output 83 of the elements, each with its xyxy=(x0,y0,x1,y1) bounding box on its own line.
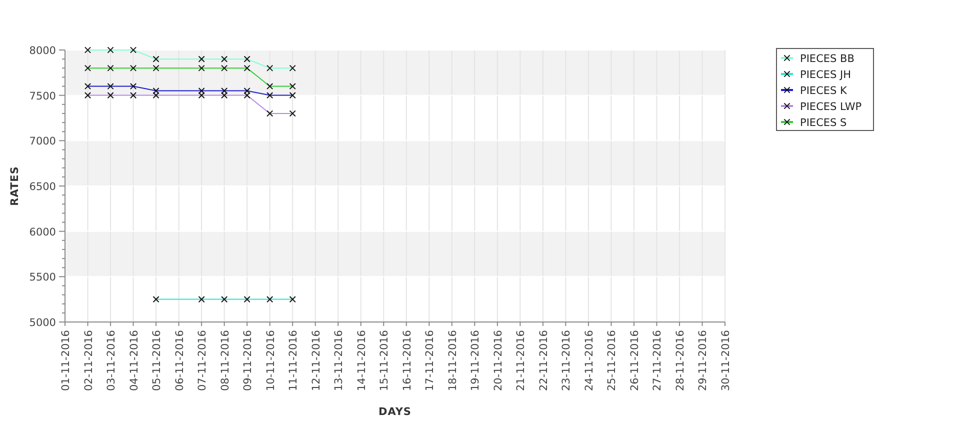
x-tick-label: 30-11-2016 xyxy=(720,330,732,392)
x-tick-label: 22-11-2016 xyxy=(538,330,550,392)
legend-label: PIECES S xyxy=(800,117,847,129)
legend-symbol xyxy=(781,102,793,110)
data-point xyxy=(289,64,296,72)
data-point xyxy=(289,110,296,117)
data-point xyxy=(266,296,274,303)
y-tick-label: 7000 xyxy=(29,136,56,148)
data-point xyxy=(289,92,296,99)
legend-label: PIECES JH xyxy=(800,69,852,81)
x-tick-label: 10-11-2016 xyxy=(264,330,277,392)
y-tick-label: 5000 xyxy=(29,317,56,329)
legend-symbol xyxy=(781,54,793,62)
x-tick-label: 12-11-2016 xyxy=(310,330,322,392)
y-tick-label: 8000 xyxy=(29,45,56,57)
x-tick-label: 08-11-2016 xyxy=(219,330,232,392)
x-tick-label: 26-11-2016 xyxy=(628,330,641,392)
data-point xyxy=(289,296,296,303)
data-point xyxy=(221,64,228,72)
data-point xyxy=(84,46,92,54)
data-point xyxy=(266,92,274,99)
x-tick-label: 04-11-2016 xyxy=(128,330,140,392)
data-point xyxy=(130,64,137,72)
data-point xyxy=(198,64,205,72)
data-point xyxy=(221,296,228,303)
legend-symbol xyxy=(781,118,793,126)
x-tick-label: 09-11-2016 xyxy=(242,330,254,392)
data-point xyxy=(130,92,137,99)
x-tick-label: 27-11-2016 xyxy=(652,330,664,392)
legend-label: PIECES K xyxy=(800,85,847,97)
x-tick-label: 02-11-2016 xyxy=(82,330,95,392)
data-point xyxy=(198,56,205,62)
data-point xyxy=(107,92,114,99)
data-point xyxy=(107,82,114,90)
x-tick-label: 19-11-2016 xyxy=(470,330,482,392)
x-tick-label: 25-11-2016 xyxy=(606,330,618,392)
data-point xyxy=(130,82,137,90)
data-point xyxy=(107,64,114,72)
x-tick-label: 17-11-2016 xyxy=(424,330,436,392)
y-tick-label: 6000 xyxy=(29,226,56,238)
y-tick-label: 6500 xyxy=(29,181,56,193)
x-tick-label: 05-11-2016 xyxy=(151,330,164,392)
y-tick-label: 5500 xyxy=(29,272,56,284)
data-point xyxy=(130,46,137,54)
legend-label: PIECES BB xyxy=(800,53,854,65)
data-point xyxy=(244,56,250,62)
data-point xyxy=(266,82,274,90)
x-tick-label: 06-11-2016 xyxy=(174,330,186,392)
x-tick-label: 16-11-2016 xyxy=(401,330,414,392)
data-point xyxy=(107,46,114,54)
x-tick-label: 13-11-2016 xyxy=(333,330,346,392)
x-tick-label: 24-11-2016 xyxy=(583,330,596,392)
data-point xyxy=(289,82,296,90)
x-axis-title: DAYS xyxy=(378,406,412,418)
x-tick-label: 28-11-2016 xyxy=(674,330,686,392)
y-tick-label: 7500 xyxy=(29,90,56,102)
x-tick-label: 23-11-2016 xyxy=(560,330,573,392)
data-point xyxy=(152,64,160,72)
legend-symbol xyxy=(781,70,793,78)
x-tick-label: 01-11-2016 xyxy=(60,330,72,392)
x-tick-label: 21-11-2016 xyxy=(515,330,528,392)
data-point xyxy=(84,92,92,99)
x-tick-label: 07-11-2016 xyxy=(196,330,209,392)
data-point xyxy=(266,110,274,117)
data-point xyxy=(221,56,228,62)
x-tick-label: 14-11-2016 xyxy=(356,330,368,392)
data-point xyxy=(198,296,205,303)
data-point xyxy=(152,56,160,62)
x-tick-label: 20-11-2016 xyxy=(492,330,504,392)
data-point xyxy=(244,296,250,303)
x-tick-label: 15-11-2016 xyxy=(378,330,391,392)
x-tick-label: 03-11-2016 xyxy=(106,330,118,392)
y-axis-title: RATES xyxy=(9,166,21,206)
x-tick-label: 11-11-2016 xyxy=(288,330,300,392)
legend-symbol xyxy=(781,86,793,94)
data-point xyxy=(244,64,250,72)
data-point xyxy=(266,64,274,72)
x-tick-label: 18-11-2016 xyxy=(446,330,459,392)
data-point xyxy=(152,296,160,303)
x-tick-label: 29-11-2016 xyxy=(697,330,710,392)
data-point xyxy=(84,82,92,90)
data-point xyxy=(84,64,92,72)
legend-label: PIECES LWP xyxy=(800,101,862,113)
